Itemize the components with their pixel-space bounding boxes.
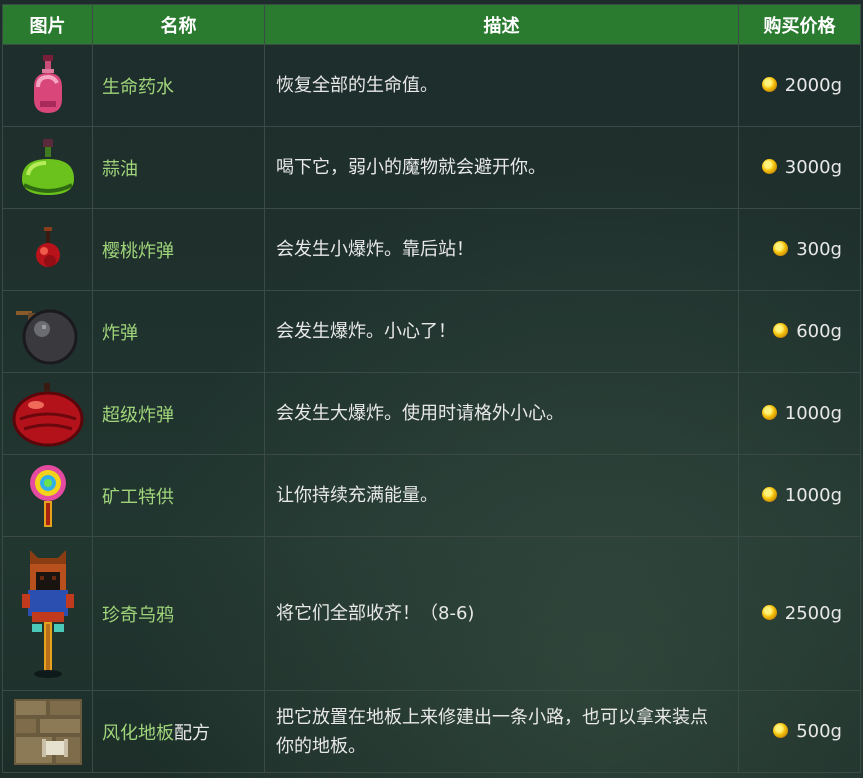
shop-table: 图片 名称 描述 购买价格 生命药水 恢复全部的生命值。 2000g 蒜油 喝下… xyxy=(2,4,861,773)
item-name-cell: 珍奇乌鸦 xyxy=(92,536,265,691)
item-name-link[interactable]: 炸弹 xyxy=(102,323,138,344)
table-row: 矿工特供 让你持续充满能量。 1000g xyxy=(2,454,861,537)
item-image-cell xyxy=(2,536,93,691)
item-image-cell xyxy=(2,372,93,455)
item-description: 将它们全部收齐！（8-6) xyxy=(264,536,739,691)
item-price-cell: 600g xyxy=(738,290,861,373)
gold-coin-icon xyxy=(761,77,777,92)
item-description: 让你持续充满能量。 xyxy=(264,454,739,537)
item-name-link[interactable]: 樱桃炸弹 xyxy=(102,241,174,262)
table-row: 炸弹 会发生爆炸。小心了！ 600g xyxy=(2,290,861,373)
item-description: 会发生小爆炸。靠后站！ xyxy=(264,208,739,291)
item-name-link[interactable]: 蒜油 xyxy=(102,159,138,180)
item-name-link[interactable]: 风化地板 xyxy=(102,723,174,744)
oil-of-garlic-icon[interactable] xyxy=(16,135,80,201)
header-row: 图片 名称 描述 购买价格 xyxy=(2,4,861,45)
item-name-link[interactable]: 超级炸弹 xyxy=(102,405,174,426)
header-description: 描述 xyxy=(264,4,739,45)
cherry-bomb-icon[interactable] xyxy=(28,225,68,275)
item-price: 3000g xyxy=(784,157,842,178)
miners-treat-icon[interactable] xyxy=(26,463,70,529)
item-price-cell: 3000g xyxy=(738,126,861,209)
gold-coin-icon xyxy=(773,723,789,738)
item-image-cell xyxy=(2,126,93,209)
bomb-icon[interactable] xyxy=(12,299,84,365)
item-name-link[interactable]: 矿工特供 xyxy=(102,487,174,508)
table-row: 蒜油 喝下它，弱小的魔物就会避开你。 3000g xyxy=(2,126,861,209)
item-price: 600g xyxy=(796,321,842,342)
item-description: 恢复全部的生命值。 xyxy=(264,44,739,127)
item-description: 会发生大爆炸。使用时请格外小心。 xyxy=(264,372,739,455)
item-name-cell: 超级炸弹 xyxy=(92,372,265,455)
table-row: 生命药水 恢复全部的生命值。 2000g xyxy=(2,44,861,127)
item-name-cell: 风化地板配方 xyxy=(92,690,265,773)
item-price: 2000g xyxy=(784,75,842,96)
item-price: 1000g xyxy=(784,485,842,506)
life-elixir-icon[interactable] xyxy=(24,53,72,119)
mega-bomb-icon[interactable] xyxy=(10,381,86,447)
item-name-cell: 生命药水 xyxy=(92,44,265,127)
item-price: 500g xyxy=(796,721,842,742)
item-price-cell: 2000g xyxy=(738,44,861,127)
table-row: 超级炸弹 会发生大爆炸。使用时请格外小心。 1000g xyxy=(2,372,861,455)
shop-table-container: 图片 名称 描述 购买价格 生命药水 恢复全部的生命值。 2000g 蒜油 喝下… xyxy=(0,0,863,778)
item-image-cell xyxy=(2,690,93,773)
item-price-cell: 1000g xyxy=(738,372,861,455)
gold-coin-icon xyxy=(761,159,777,174)
item-image-cell xyxy=(2,208,93,291)
item-name-cell: 炸弹 xyxy=(92,290,265,373)
item-image-cell xyxy=(2,44,93,127)
item-price-cell: 1000g xyxy=(738,454,861,537)
table-row: 珍奇乌鸦 将它们全部收齐！（8-6) 2500g xyxy=(2,536,861,691)
item-description: 会发生爆炸。小心了！ xyxy=(264,290,739,373)
gold-coin-icon xyxy=(761,487,777,502)
item-name-cell: 矿工特供 xyxy=(92,454,265,537)
item-price-cell: 500g xyxy=(738,690,861,773)
gold-coin-icon xyxy=(773,323,789,338)
gold-coin-icon xyxy=(761,405,777,420)
header-name: 名称 xyxy=(92,4,265,45)
item-price: 1000g xyxy=(784,403,842,424)
item-price: 300g xyxy=(796,239,842,260)
gold-coin-icon xyxy=(773,241,789,256)
item-description: 喝下它，弱小的魔物就会避开你。 xyxy=(264,126,739,209)
gold-coin-icon xyxy=(761,605,777,620)
item-price-cell: 300g xyxy=(738,208,861,291)
item-image-cell xyxy=(2,290,93,373)
item-image-cell xyxy=(2,454,93,537)
item-name-cell: 蒜油 xyxy=(92,126,265,209)
item-name-suffix: 配方 xyxy=(174,722,210,744)
item-description: 把它放置在地板上来修建出一条小路，也可以拿来装点你的地板。 xyxy=(264,690,739,773)
item-name-link[interactable]: 生命药水 xyxy=(102,77,174,98)
rarecrow-icon[interactable] xyxy=(18,546,78,682)
weathered-floor-recipe-icon[interactable] xyxy=(12,697,84,767)
table-row: 风化地板配方 把它放置在地板上来修建出一条小路，也可以拿来装点你的地板。 500… xyxy=(2,690,861,773)
item-name-link[interactable]: 珍奇乌鸦 xyxy=(102,605,174,626)
item-price: 2500g xyxy=(784,603,842,624)
header-price: 购买价格 xyxy=(738,4,861,45)
item-price-cell: 2500g xyxy=(738,536,861,691)
table-row: 樱桃炸弹 会发生小爆炸。靠后站！ 300g xyxy=(2,208,861,291)
header-image: 图片 xyxy=(2,4,93,45)
item-name-cell: 樱桃炸弹 xyxy=(92,208,265,291)
